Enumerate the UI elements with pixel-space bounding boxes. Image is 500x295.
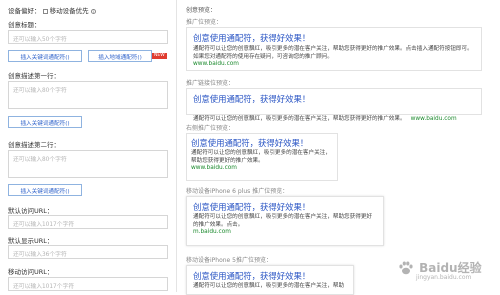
watermark-domain: jingyan.baidu.com [416, 274, 472, 281]
iphone6plus-preview-desc: 通配符可以让您的创意飘红，吸引更多的潜在客户关注，帮助您获得更好的推广效果。点击… [193, 214, 373, 228]
preview-header: 创意预览： [186, 7, 217, 14]
link-preview-title[interactable]: 创意使用通配符，获得好效果！ [193, 93, 475, 105]
mobile-pref-checkbox[interactable] [42, 8, 48, 14]
new-badge: NEW [152, 53, 167, 59]
insert-keyword-wildcard-button[interactable]: 插入关键词通配符() [8, 50, 82, 62]
right-side-preview-url: www.baidu.com [191, 165, 237, 171]
right-side-preview-title[interactable]: 创意使用通配符，获得好效果！ [191, 137, 333, 149]
link-preview-card: 创意使用通配符，获得好效果！ 通配符可以让您的创意飘红，吸引更多的潜在客户关注，… [186, 88, 482, 122]
device-pref-label: 设备偏好： 移动设备优先 i [8, 7, 96, 15]
right-side-preview-desc: 通配符可以让您的创意飘红，吸引更多的潜在客户关注，帮助您获得更好的推广效果。 [191, 150, 331, 164]
iphone6plus-preview-url: m.baidu.com [193, 229, 231, 235]
default-display-url-label: 默认显示URL： [8, 237, 54, 245]
iphone6plus-preview-card: 创意使用通配符，获得好效果！ 通配符可以让您的创意飘红，吸引更多的潜在客户关注，… [186, 196, 384, 246]
mobile-pref-label: 移动设备优先 [49, 7, 89, 15]
right-side-preview-card: 创意使用通配符，获得好效果！ 通配符可以让您的创意飘红，吸引更多的潜在客户关注，… [186, 133, 338, 181]
desc1-textarea[interactable]: 还可以输入80个字符 [8, 81, 168, 109]
mobile-visit-url-input[interactable]: 还可以输入1017个字符 [8, 277, 168, 291]
link-preview-desc: 通配符可以让您的创意飘红，吸引更多的潜在客户关注，帮助您获得更好的推广效果。 [193, 116, 406, 122]
default-visit-url-label: 默认访问URL： [8, 207, 54, 215]
ad-preview-title[interactable]: 创意使用通配符，获得好效果！ [193, 32, 475, 44]
paw-logo-icon [399, 261, 413, 274]
watermark: Baidu经验 jingyan.baidu.com [398, 257, 482, 281]
desc1-label: 创意描述第一行： [8, 72, 60, 80]
link-preview-label: 推广链接位预览： [186, 80, 235, 87]
iphone5-preview-title[interactable]: 创意使用通配符，获得好效果！ [193, 270, 347, 282]
desc2-textarea[interactable]: 还可以输入80个字符 [8, 150, 168, 178]
default-display-url-input[interactable]: 还可以输入36个字符 [8, 245, 168, 259]
iphone6plus-preview-title[interactable]: 创意使用通配符，获得好效果！ [193, 201, 377, 213]
desc1-insert-keyword-button[interactable]: 插入关键词通配符() [8, 116, 82, 128]
creative-title-input[interactable]: 还可以输入50个字符 [8, 30, 168, 44]
watermark-brand: Baidu经验 [419, 261, 482, 275]
insert-region-wildcard-button[interactable]: 插入地域通配符() [88, 50, 152, 62]
creative-title-label: 创意标题： [8, 21, 41, 29]
ad-preview-card: 创意使用通配符，获得好效果！ 通配符可以让您的创意飘红，吸引更多的潜在客户关注，… [186, 27, 482, 71]
default-visit-url-input[interactable]: 还可以输入1017个字符 [8, 215, 168, 229]
ad-preview-desc: 通配符可以让您的创意飘红，吸引更多的潜在客户关注，帮助您获得更好的推广效果。点击… [193, 46, 473, 60]
ad-preview-label: 推广位预览： [186, 19, 223, 26]
column-divider [176, 0, 177, 292]
iphone5-preview-label: 移动设备iPhone 5推广位预览： [186, 257, 272, 264]
mobile-visit-url-label: 移动访问URL： [8, 268, 54, 276]
iphone5-preview-desc: 通配符可以让您的创意飘红，吸引更多的潜在客户关注，帮助 [193, 283, 345, 289]
iphone5-preview-card: 创意使用通配符，获得好效果！ 通配符可以让您的创意飘红，吸引更多的潜在客户关注，… [186, 265, 354, 295]
desc2-label: 创意描述第二行： [8, 141, 60, 149]
ad-preview-url: www.baidu.com [193, 61, 239, 67]
link-preview-url: www.baidu.com [410, 116, 457, 122]
desc2-insert-keyword-button[interactable]: 插入关键词通配符() [8, 184, 82, 196]
help-icon[interactable]: i [90, 8, 96, 14]
iphone6plus-preview-label: 移动设备iPhone 6 plus 推广位预览： [186, 188, 289, 195]
right-side-preview-label: 右侧推广位预览： [186, 125, 235, 132]
